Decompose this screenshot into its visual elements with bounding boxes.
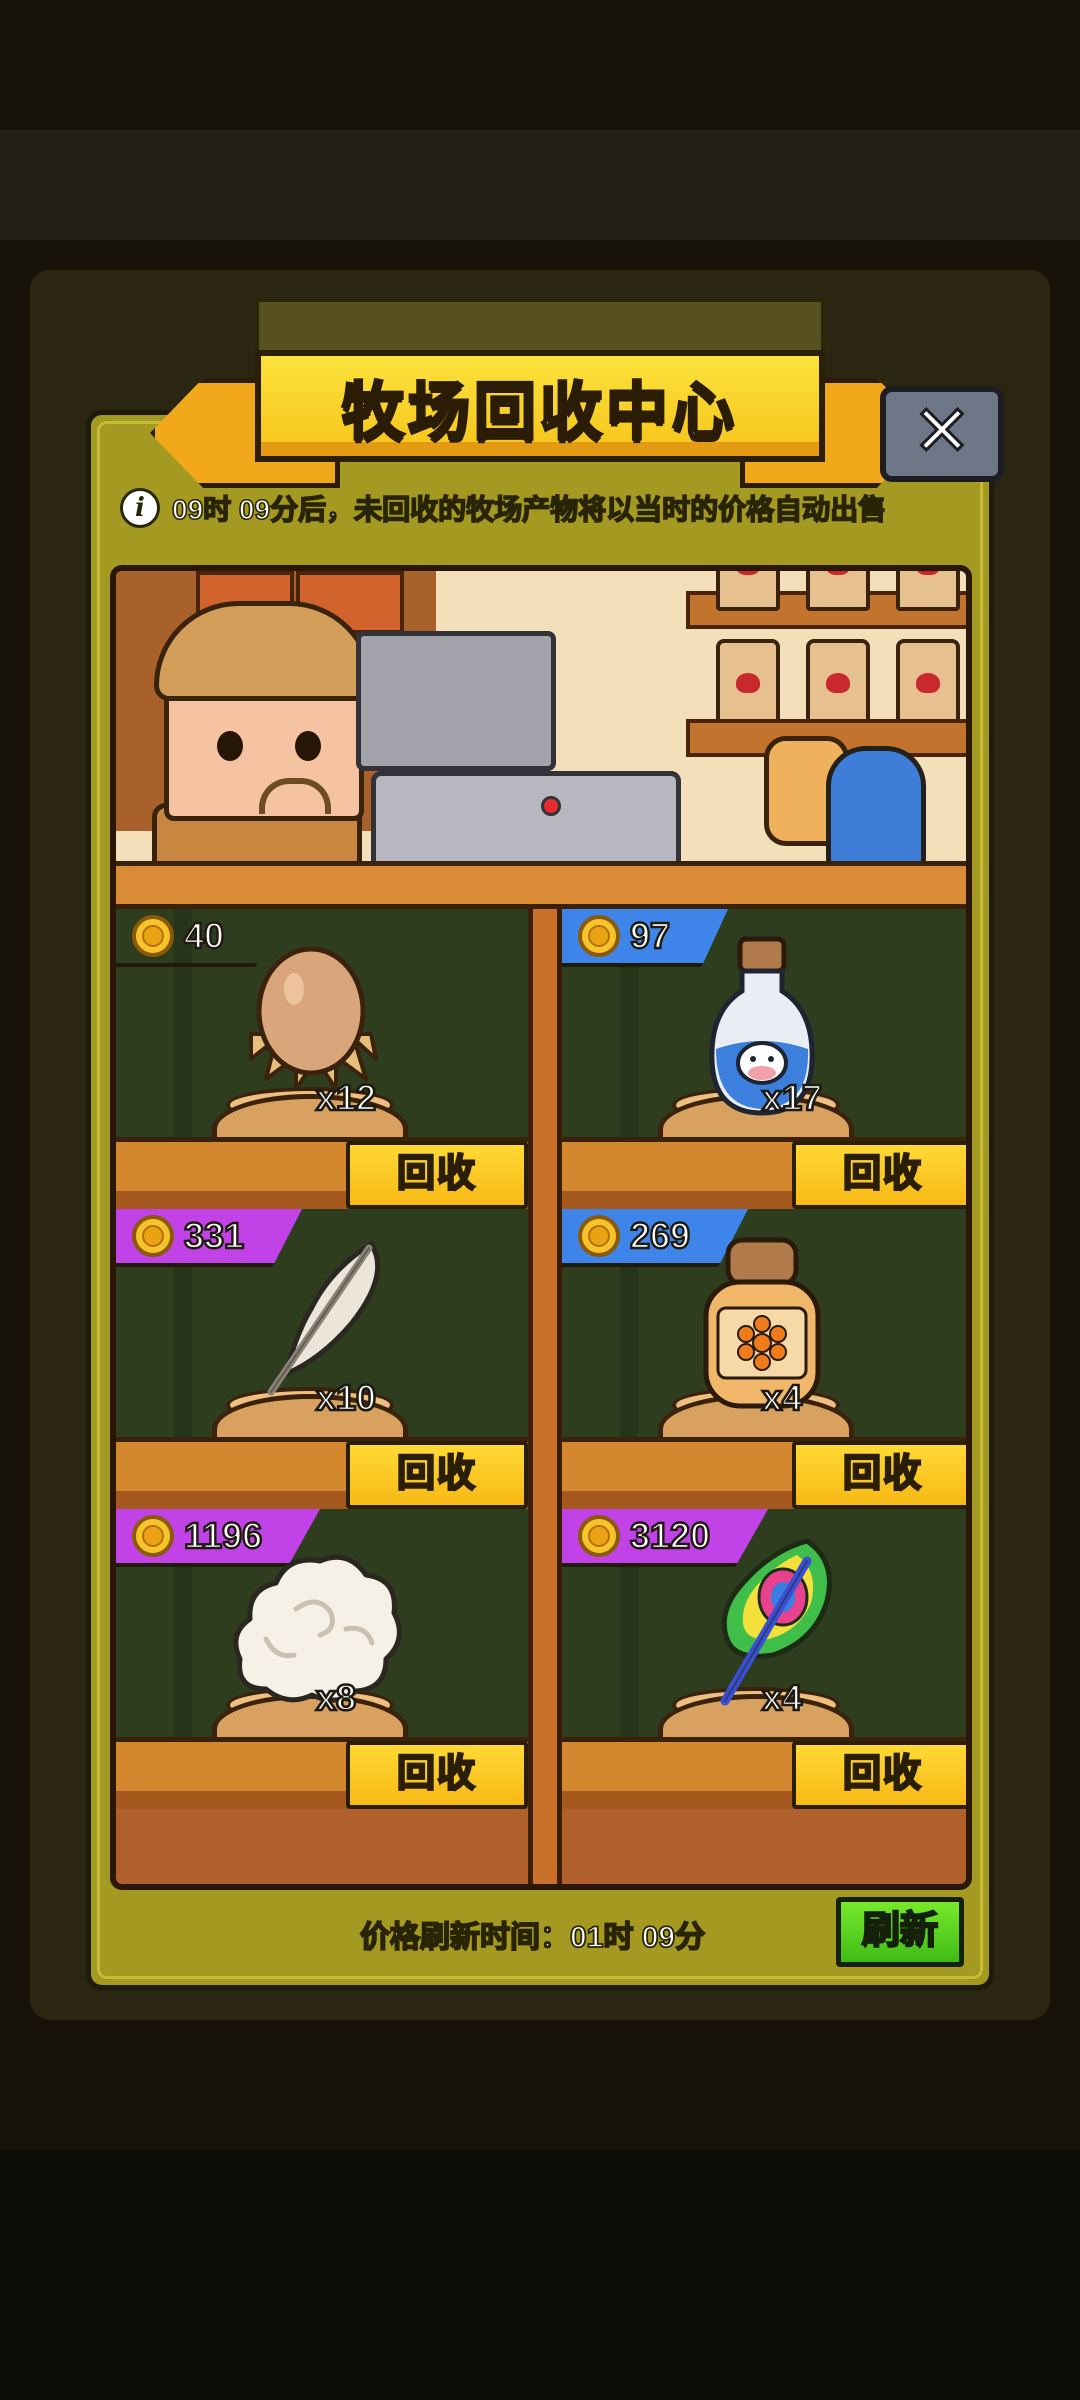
shop-counter-illustration [116, 571, 966, 909]
quantity-label: x12 [315, 1076, 378, 1120]
coin-icon [578, 1515, 620, 1557]
price-value: 331 [183, 1214, 245, 1257]
close-button[interactable]: ✕ [880, 386, 1004, 482]
shop-display: 40 x12 回收 97 x17 回收 331 x10 回收 269 x4 回收… [110, 565, 972, 1890]
seed-bag [896, 571, 960, 611]
auto-sell-notice: i 09时 09分后，未回收的牧场产物将以当时的价格自动出售 [120, 478, 960, 538]
quantity-label: x4 [761, 1676, 804, 1720]
recycle-button-honey[interactable]: 回收 [792, 1441, 966, 1509]
cash-register-screen [356, 631, 556, 771]
recycle-button-egg[interactable]: 回收 [346, 1141, 528, 1209]
background-top-bar [0, 130, 1080, 240]
auto-sell-notice-text: 09时 09分后，未回收的牧场产物将以当时的价格自动出售 [171, 493, 887, 526]
coin-icon [132, 1515, 174, 1557]
recycle-button-milk[interactable]: 回收 [792, 1141, 966, 1209]
refresh-button[interactable]: 刷新 [836, 1897, 964, 1967]
quantity-label: x8 [315, 1676, 358, 1720]
seed-bag [806, 571, 870, 611]
info-icon: i [120, 488, 160, 528]
seed-bag [806, 639, 870, 729]
coin-icon [578, 915, 620, 957]
recycle-button-wool[interactable]: 回收 [346, 1741, 528, 1809]
item-slot-peacock-feather: 3120 x4 回收 [562, 1509, 966, 1809]
seed-bag [716, 571, 780, 611]
title-banner: 牧场回收中心 [255, 350, 825, 462]
background-bottom-bar [0, 2150, 1080, 2400]
coin-icon [132, 1215, 174, 1257]
item-slot-wool: 1196 x8 回收 [116, 1509, 528, 1809]
item-slot-milk: 97 x17 回收 [562, 909, 966, 1209]
item-slot-egg: 40 x12 回收 [116, 909, 528, 1209]
seed-bag [896, 639, 960, 729]
price-value: 40 [183, 914, 225, 957]
item-slot-honey: 269 x4 回收 [562, 1209, 966, 1509]
shelf-divider [528, 909, 562, 1884]
quantity-label: x17 [761, 1076, 824, 1120]
price-value: 97 [629, 914, 671, 957]
quantity-label: x10 [315, 1376, 378, 1420]
recycle-button-peacock-feather[interactable]: 回收 [792, 1741, 966, 1809]
coin-icon [132, 915, 174, 957]
banner-back-plate [255, 298, 825, 358]
price-refresh-time: 价格刷新时间：01时 09分 [359, 1920, 706, 1955]
seed-bag [716, 639, 780, 729]
coin-icon [578, 1215, 620, 1257]
shop-counter-top [116, 861, 966, 909]
register-button-icon [541, 796, 561, 816]
dialog-title: 牧场回收中心 [340, 377, 738, 449]
quantity-label: x4 [761, 1376, 804, 1420]
shopkeeper-face [164, 681, 364, 821]
recycle-button-feather[interactable]: 回收 [346, 1441, 528, 1509]
price-value: 269 [629, 1214, 691, 1257]
item-slot-feather: 331 x10 回收 [116, 1209, 528, 1509]
